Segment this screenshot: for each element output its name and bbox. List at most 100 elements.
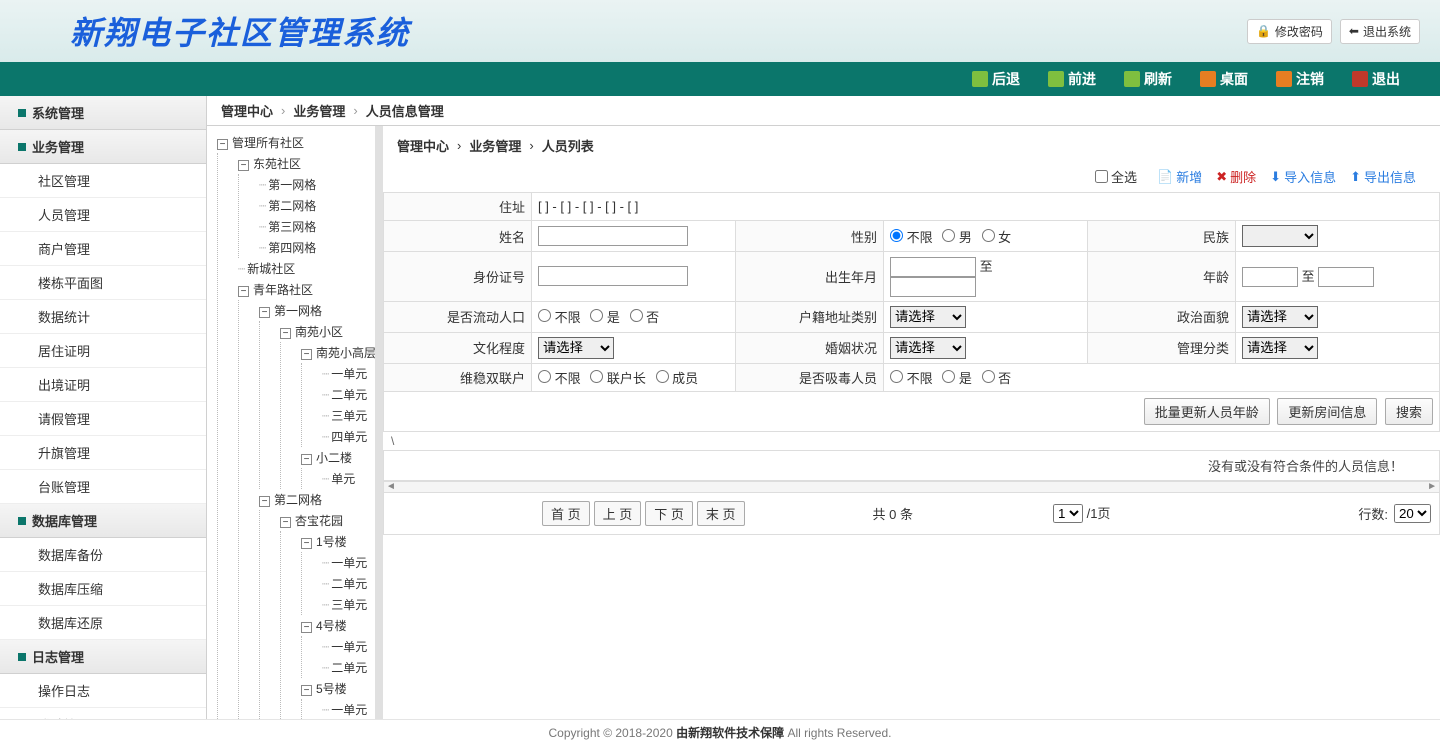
edu-select[interactable]: 请选择 — [538, 337, 614, 359]
name-input[interactable] — [538, 226, 688, 246]
float-any[interactable]: 不限 — [538, 310, 581, 325]
delete-button[interactable]: ✖删除 — [1216, 167, 1256, 186]
tree-node[interactable]: 1号楼 — [316, 535, 347, 549]
gender-any[interactable]: 不限 — [890, 230, 933, 245]
float-yes[interactable]: 是 — [590, 310, 620, 325]
float-no[interactable]: 否 — [630, 310, 660, 325]
nav-item-community[interactable]: 社区管理 — [0, 164, 206, 198]
nav-item-exit-country[interactable]: 出境证明 — [0, 368, 206, 402]
nav-item-db-backup[interactable]: 数据库备份 — [0, 538, 206, 572]
tree-node[interactable]: 第一网格 — [268, 178, 316, 192]
drug-no[interactable]: 否 — [982, 371, 1012, 386]
tree-leaf[interactable]: 四单元 — [331, 430, 367, 444]
nav-item-leave[interactable]: 请假管理 — [0, 402, 206, 436]
ww-any[interactable]: 不限 — [538, 371, 581, 386]
nav-item-db-restore[interactable]: 数据库还原 — [0, 606, 206, 640]
tree-node[interactable]: 东苑社区 — [253, 157, 301, 171]
tree-toggle[interactable]: − — [301, 622, 312, 633]
add-button[interactable]: 📄新增 — [1157, 167, 1202, 186]
horizontal-scrollbar[interactable] — [383, 481, 1440, 493]
tree-leaf[interactable]: 三单元 — [331, 409, 367, 423]
tree-node[interactable]: 第四网格 — [268, 241, 316, 255]
tree-node[interactable]: 5号楼 — [316, 682, 347, 696]
nav-cat-system[interactable]: 系统管理 — [0, 96, 206, 130]
tree-node[interactable]: 南苑小区 — [295, 325, 343, 339]
logout-button[interactable]: 注销 — [1276, 69, 1324, 89]
tree-leaf[interactable]: 二单元 — [331, 661, 367, 675]
tree-root[interactable]: 管理所有社区 — [232, 136, 304, 150]
tree-node[interactable]: 杏宝花园 — [295, 514, 343, 528]
nav-item-flag[interactable]: 升旗管理 — [0, 436, 206, 470]
gender-m[interactable]: 男 — [942, 230, 972, 245]
tree-toggle[interactable]: − — [238, 286, 249, 297]
bc-0[interactable]: 管理中心 — [221, 101, 273, 120]
gender-f[interactable]: 女 — [982, 230, 1012, 245]
tree-node[interactable]: 4号楼 — [316, 619, 347, 633]
birth-from-input[interactable] — [890, 257, 976, 277]
tree-toggle[interactable]: − — [301, 685, 312, 696]
tree-leaf[interactable]: 一单元 — [331, 367, 367, 381]
tree-leaf[interactable]: 二单元 — [331, 577, 367, 591]
political-select[interactable]: 请选择 — [1242, 306, 1318, 328]
nav-item-residence[interactable]: 居住证明 — [0, 334, 206, 368]
tree-leaf[interactable]: 一单元 — [331, 640, 367, 654]
refresh-button[interactable]: 刷新 — [1124, 69, 1172, 89]
tree-toggle[interactable]: − — [301, 538, 312, 549]
tree-leaf[interactable]: 一单元 — [331, 556, 367, 570]
tree-toggle[interactable]: − — [217, 139, 228, 150]
tree-node[interactable]: 南苑小高层 — [316, 346, 376, 360]
pager-prev[interactable]: 上 页 — [594, 501, 642, 526]
bc-1[interactable]: 业务管理 — [293, 101, 345, 120]
ww-head[interactable]: 联户长 — [590, 371, 646, 386]
nav-item-ledger[interactable]: 台账管理 — [0, 470, 206, 504]
id-input[interactable] — [538, 266, 688, 286]
tree-leaf[interactable]: 三单元 — [331, 598, 367, 612]
change-password-button[interactable]: 🔒 修改密码 — [1247, 19, 1332, 44]
tree-node[interactable]: 第三网格 — [268, 220, 316, 234]
pager-first[interactable]: 首 页 — [542, 501, 590, 526]
tree-toggle[interactable]: − — [280, 517, 291, 528]
tree-node[interactable]: 第二网格 — [274, 493, 322, 507]
pager-next[interactable]: 下 页 — [645, 501, 693, 526]
exit-button[interactable]: 退出 — [1352, 69, 1400, 89]
nav-item-merchant[interactable]: 商户管理 — [0, 232, 206, 266]
tree-toggle[interactable]: − — [301, 454, 312, 465]
update-room-button[interactable]: 更新房间信息 — [1277, 398, 1377, 425]
batch-age-button[interactable]: 批量更新人员年龄 — [1144, 398, 1270, 425]
tree-leaf[interactable]: 单元 — [331, 472, 355, 486]
nav-cat-business[interactable]: 业务管理 — [0, 130, 206, 164]
tree-leaf[interactable]: 二单元 — [331, 388, 367, 402]
ethnic-select[interactable] — [1242, 225, 1318, 247]
rows-select[interactable]: 20 — [1394, 504, 1431, 523]
tree-toggle[interactable]: − — [259, 307, 270, 318]
tree-toggle[interactable]: − — [259, 496, 270, 507]
drug-yes[interactable]: 是 — [942, 371, 972, 386]
tree-node[interactable]: 青年路社区 — [253, 283, 313, 297]
regtype-select[interactable]: 请选择 — [890, 306, 966, 328]
select-all[interactable]: 全选 — [1095, 167, 1137, 186]
import-button[interactable]: ⬇导入信息 — [1270, 167, 1336, 186]
nav-item-stats[interactable]: 数据统计 — [0, 300, 206, 334]
tree-toggle[interactable]: − — [301, 349, 312, 360]
nav-item-floorplan[interactable]: 楼栋平面图 — [0, 266, 206, 300]
search-button[interactable]: 搜索 — [1385, 398, 1433, 425]
page-select[interactable]: 1 — [1053, 504, 1083, 523]
nav-cat-log[interactable]: 日志管理 — [0, 640, 206, 674]
mgmt-select[interactable]: 请选择 — [1242, 337, 1318, 359]
nav-item-loginlog[interactable]: 登陆管理 — [0, 708, 206, 719]
nav-item-db-compress[interactable]: 数据库压缩 — [0, 572, 206, 606]
select-all-checkbox[interactable] — [1095, 170, 1108, 183]
tree-toggle[interactable]: − — [238, 160, 249, 171]
age-to-input[interactable] — [1318, 267, 1374, 287]
nav-cat-db[interactable]: 数据库管理 — [0, 504, 206, 538]
marital-select[interactable]: 请选择 — [890, 337, 966, 359]
nav-item-person[interactable]: 人员管理 — [0, 198, 206, 232]
drug-any[interactable]: 不限 — [890, 371, 933, 386]
tree-node[interactable]: 第一网格 — [274, 304, 322, 318]
tree-node[interactable]: 第二网格 — [268, 199, 316, 213]
forward-button[interactable]: 前进 — [1048, 69, 1096, 89]
birth-to-input[interactable] — [890, 277, 976, 297]
tree-node[interactable]: 小二楼 — [316, 451, 352, 465]
export-button[interactable]: ⬆导出信息 — [1350, 167, 1416, 186]
pager-last[interactable]: 末 页 — [697, 501, 745, 526]
